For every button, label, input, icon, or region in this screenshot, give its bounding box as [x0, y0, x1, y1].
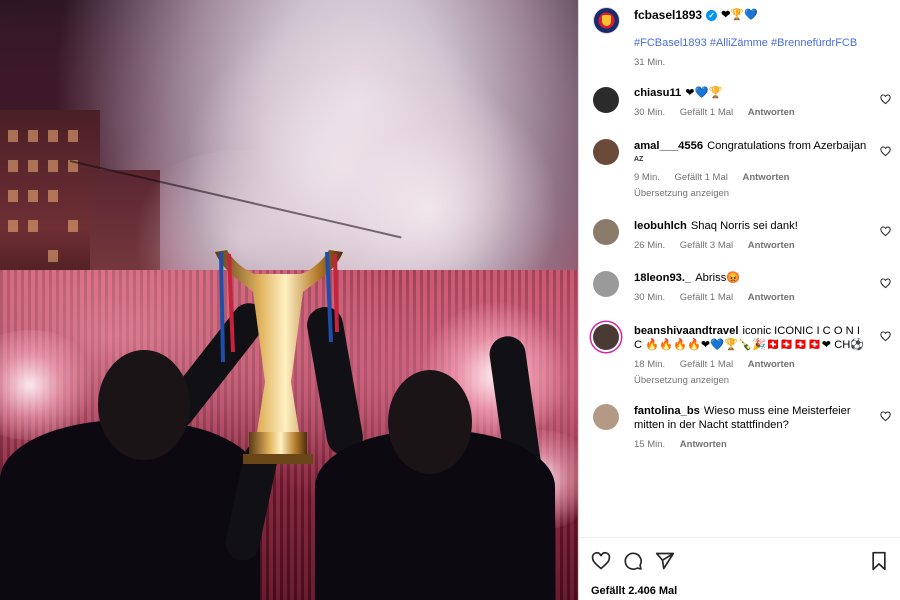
- owner-avatar[interactable]: [593, 7, 620, 34]
- comment-time[interactable]: 9 Min.: [634, 172, 660, 183]
- verified-badge-icon: ✓: [706, 9, 718, 21]
- reply-button[interactable]: Antworten: [748, 359, 795, 370]
- comment-username[interactable]: 18leon93._: [634, 272, 691, 284]
- comment-avatar[interactable]: [593, 324, 619, 350]
- trophy-image: [215, 250, 343, 464]
- hashtag-link[interactable]: #AlliZämme: [710, 37, 768, 49]
- heart-icon[interactable]: [880, 278, 891, 289]
- translate-link[interactable]: Übersetzung anzeigen: [634, 374, 869, 388]
- share-icon[interactable]: [655, 551, 675, 571]
- comment-icon[interactable]: [623, 551, 643, 571]
- comment-text: ❤💙🏆: [685, 87, 723, 99]
- owner-username[interactable]: fcbasel1893: [634, 8, 702, 22]
- comment-text: Congratulations from Azerbaijan: [707, 140, 867, 152]
- comment-username[interactable]: chiasu11: [634, 87, 681, 99]
- heart-icon[interactable]: [591, 551, 611, 571]
- comment-likes[interactable]: Gefällt 1 Mal: [680, 292, 733, 303]
- heart-icon[interactable]: [880, 146, 891, 157]
- post-actions-bar: Gefällt 2.406 Mal: [579, 537, 900, 600]
- comment-time[interactable]: 15 Min.: [634, 439, 665, 450]
- comment-time[interactable]: 30 Min.: [634, 292, 665, 303]
- reply-button[interactable]: Antworten: [748, 292, 795, 303]
- comment-meta: 30 Min. Gefällt 1 Mal Antworten: [634, 291, 869, 305]
- comment-meta: 18 Min. Gefällt 1 Mal Antworten: [634, 358, 869, 372]
- comment-time[interactable]: 18 Min.: [634, 359, 665, 370]
- comment-time[interactable]: 30 Min.: [634, 107, 665, 118]
- comment-avatar[interactable]: [593, 219, 619, 245]
- likes-count[interactable]: Gefällt 2.406 Mal: [591, 585, 677, 597]
- translate-link[interactable]: Übersetzung anzeigen: [634, 187, 869, 201]
- owner-row: fcbasel1893 ✓ ❤🏆💙: [634, 8, 758, 22]
- reply-button[interactable]: Antworten: [748, 240, 795, 251]
- comment-avatar[interactable]: [593, 87, 619, 113]
- post-sidebar: fcbasel1893 ✓ ❤🏆💙 #FCBasel1893 #AlliZämm…: [578, 0, 900, 600]
- comment-username[interactable]: beanshivaandtravel: [634, 325, 738, 337]
- caption-hashtags: #FCBasel1893 #AlliZämme #BrennefürdrFCB: [634, 37, 857, 49]
- post-photo[interactable]: [0, 0, 578, 600]
- comment-meta: 30 Min. Gefällt 1 Mal Antworten: [634, 106, 869, 120]
- azerbaijan-flag: AZ: [634, 156, 644, 164]
- heart-icon[interactable]: [880, 411, 891, 422]
- comment-text-cont: CH⚽: [834, 339, 865, 351]
- comment-avatar[interactable]: [593, 271, 619, 297]
- reply-button[interactable]: Antworten: [680, 439, 727, 450]
- heart-icon[interactable]: [880, 331, 891, 342]
- comment-likes[interactable]: Gefällt 1 Mal: [675, 172, 728, 183]
- comment-username[interactable]: amal___4556: [634, 140, 703, 152]
- comment-avatar[interactable]: [593, 139, 619, 165]
- hashtag-link[interactable]: #FCBasel1893: [634, 37, 707, 49]
- heart-icon[interactable]: [880, 226, 891, 237]
- comment-username[interactable]: fantolina_bs: [634, 405, 700, 417]
- owner-emojis: ❤🏆💙: [721, 8, 758, 21]
- hashtag-link[interactable]: #BrennefürdrFCB: [771, 37, 857, 49]
- reply-button[interactable]: Antworten: [748, 107, 795, 118]
- comment-likes[interactable]: Gefällt 1 Mal: [680, 359, 733, 370]
- reply-button[interactable]: Antworten: [742, 172, 789, 183]
- comment-meta: 9 Min. Gefällt 1 Mal Antworten: [634, 171, 869, 185]
- comment-meta: 15 Min. Antworten: [634, 438, 869, 452]
- bookmark-icon[interactable]: [869, 551, 889, 571]
- comment-username[interactable]: leobuhlch: [634, 220, 687, 232]
- caption-time[interactable]: 31 Min.: [634, 57, 665, 68]
- comment-text: Abriss😡: [695, 272, 741, 284]
- comment-avatar[interactable]: [593, 404, 619, 430]
- comment-time[interactable]: 26 Min.: [634, 240, 665, 251]
- instagram-post: fcbasel1893 ✓ ❤🏆💙 #FCBasel1893 #AlliZämm…: [0, 0, 900, 600]
- heart-icon[interactable]: [880, 94, 891, 105]
- comment-text: Shaq Norris sei dank!: [690, 220, 798, 232]
- comment-likes[interactable]: Gefällt 1 Mal: [680, 107, 733, 118]
- comment-meta: 26 Min. Gefällt 3 Mal Antworten: [634, 239, 869, 253]
- comment-likes[interactable]: Gefällt 3 Mal: [680, 240, 733, 251]
